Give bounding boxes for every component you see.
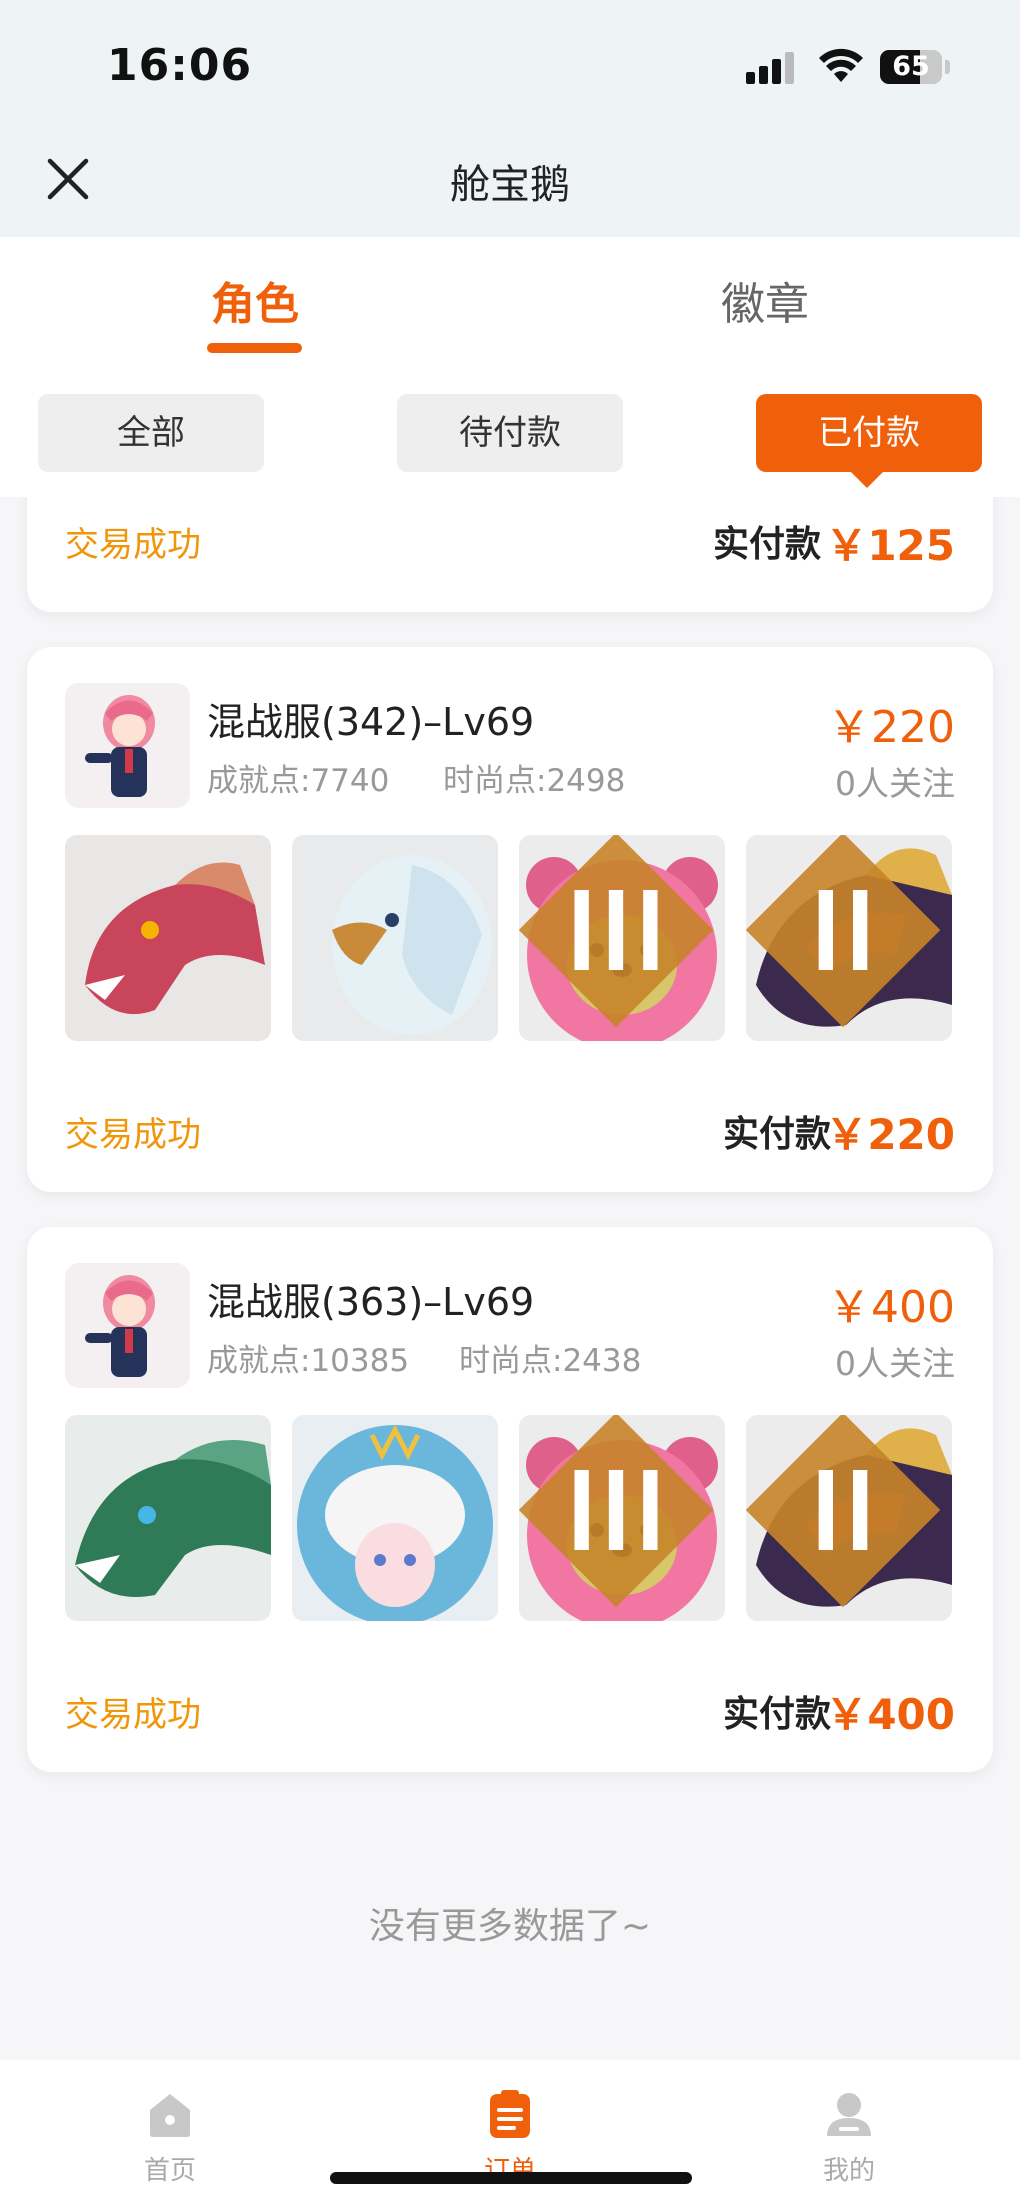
rank-badge-icon	[746, 1415, 941, 1608]
dark-dragon-mount-icon[interactable]	[746, 1415, 952, 1621]
tabbar-home-label: 首页	[143, 2156, 196, 2186]
filter-caret	[849, 470, 885, 488]
filter-all[interactable]: 全部	[38, 394, 264, 472]
white-eagle-mount-icon[interactable]	[292, 835, 498, 1041]
rank-badge-icon	[519, 1415, 714, 1608]
order-list: 交易成功 实付款 ￥125 混战服(342)–Lv69 成就点:7740 时尚点…	[0, 497, 1020, 2057]
order-card[interactable]: 混战服(363)–Lv69 成就点:10385 时尚点:2438 ￥400 0人…	[27, 1227, 993, 1772]
rank-badge-icon	[746, 835, 941, 1028]
paid-label: 实付款	[722, 1694, 831, 1735]
tabbar-home[interactable]: 首页	[100, 2090, 240, 2187]
avatar	[65, 683, 190, 808]
follower-count: 0人关注	[835, 764, 955, 803]
fashion-points: 时尚点:2438	[459, 1343, 642, 1379]
paid-label: 实付款	[712, 524, 821, 565]
filter-pending[interactable]: 待付款	[397, 394, 623, 472]
profile-icon	[827, 2093, 871, 2136]
role-price: ￥400	[827, 1282, 955, 1333]
active-tab-indicator	[207, 343, 302, 353]
signal-icon	[746, 52, 798, 84]
paid-value: ￥220	[825, 1110, 955, 1159]
rank-badge-icon	[519, 835, 714, 1028]
dark-dragon-mount-icon[interactable]	[746, 835, 952, 1041]
paid-value: ￥400	[825, 1690, 955, 1739]
role-title: 混战服(342)–Lv69	[207, 700, 535, 744]
pink-bear-pet-icon[interactable]	[519, 835, 725, 1041]
status-time: 16:06	[107, 40, 253, 91]
wifi-icon	[819, 48, 863, 82]
order-card[interactable]: 混战服(342)–Lv69 成就点:7740 时尚点:2498 ￥220 0人关…	[27, 647, 993, 1192]
bottom-tabbar: 首页 订单 我的	[0, 2060, 1020, 2207]
order-card[interactable]: 交易成功 实付款 ￥125	[27, 497, 993, 612]
red-dragon-mount-icon[interactable]	[65, 835, 271, 1041]
pink-bear-pet-icon[interactable]	[519, 1415, 725, 1621]
paid-value: ￥125	[825, 521, 955, 570]
tab-badge[interactable]: 徽章	[665, 268, 865, 332]
tabbar-profile-label: 我的	[822, 2156, 875, 2186]
order-status: 交易成功	[65, 1115, 201, 1155]
tabbar-profile[interactable]: 我的	[779, 2090, 919, 2187]
filter-paid[interactable]: 已付款	[756, 394, 982, 472]
battery-percent: 65	[892, 51, 930, 82]
page-title: 舱宝鹅	[450, 162, 570, 208]
battery-cap	[945, 60, 950, 74]
battery-icon: 65	[880, 50, 942, 84]
order-status: 交易成功	[65, 1695, 201, 1735]
green-dragon-mount-icon[interactable]	[65, 1415, 271, 1621]
no-more-data: 没有更多数据了~	[368, 1906, 652, 1947]
achievement-points: 成就点:10385	[207, 1343, 410, 1379]
achievement-points: 成就点:7740	[207, 763, 390, 799]
follower-count: 0人关注	[835, 1344, 955, 1383]
role-price: ￥220	[827, 702, 955, 753]
paid-label: 实付款	[722, 1114, 831, 1155]
order-status: 交易成功	[65, 525, 201, 565]
fashion-points: 时尚点:2498	[443, 763, 626, 799]
tab-role[interactable]: 角色	[155, 268, 355, 332]
top-bar: 16:06 65 舱宝鹅	[0, 0, 1020, 237]
role-title: 混战服(363)–Lv69	[207, 1280, 535, 1324]
cloud-girl-pet-icon[interactable]	[292, 1415, 498, 1621]
home-icon	[150, 2094, 190, 2137]
avatar	[65, 1263, 190, 1388]
order-icon	[490, 2090, 530, 2138]
home-indicator	[330, 2172, 692, 2184]
